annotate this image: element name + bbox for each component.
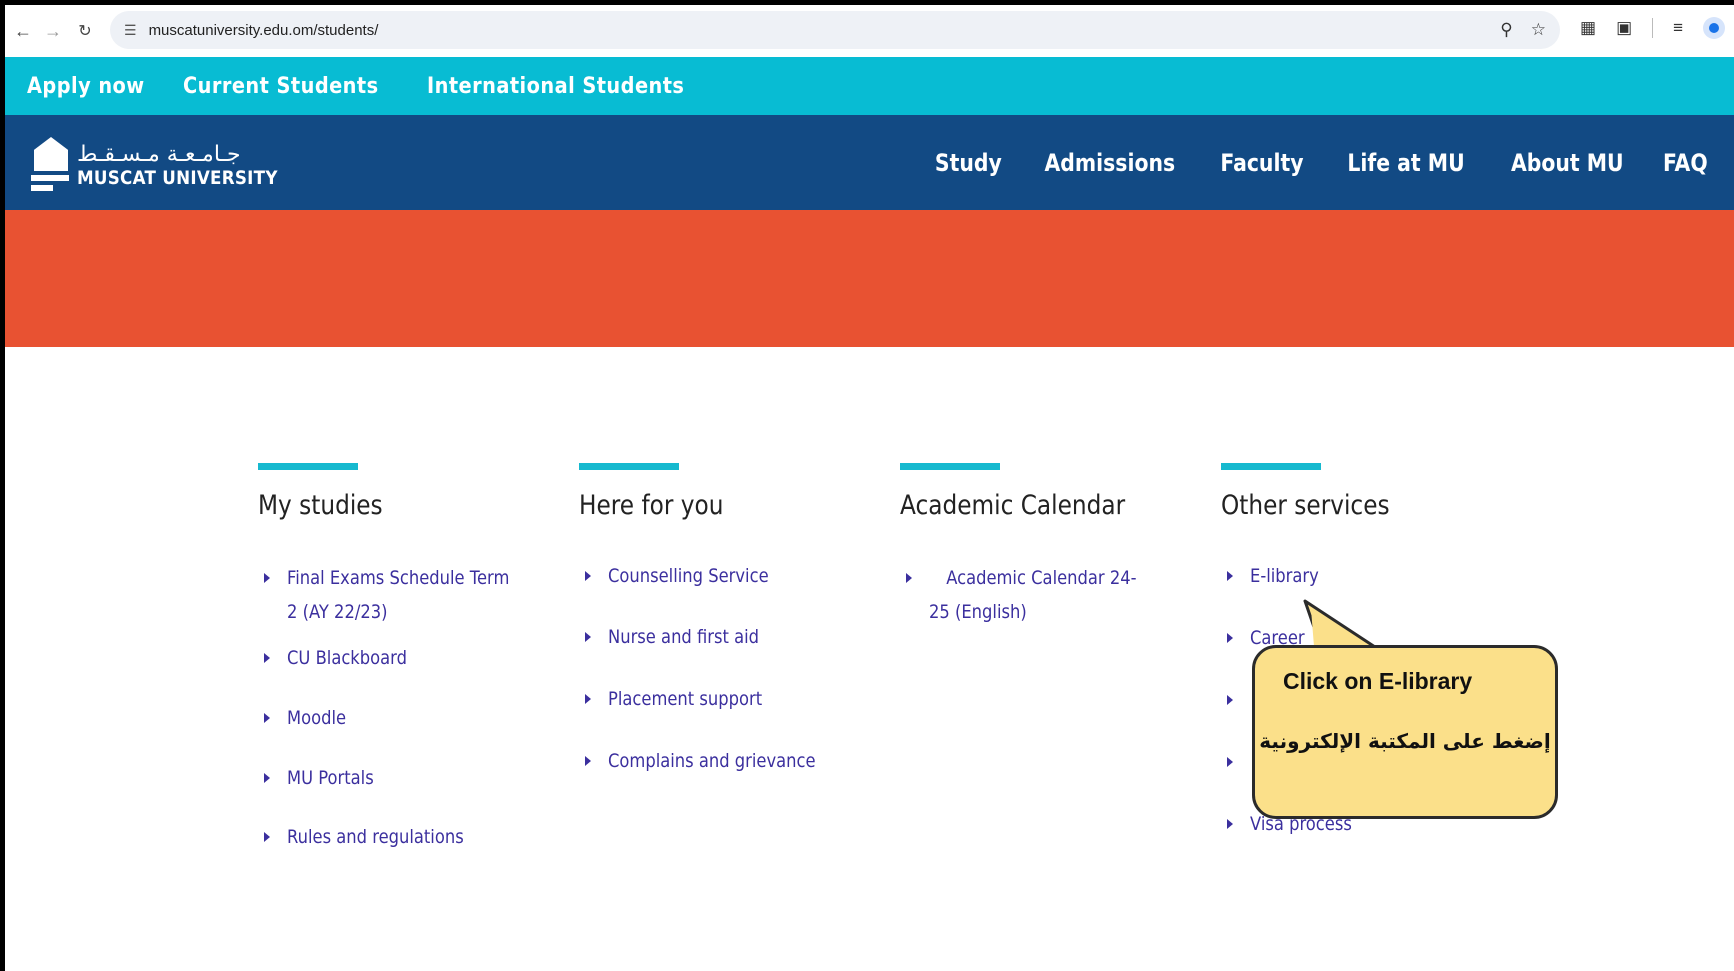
utility-bar: Apply now Current Students International… (5, 57, 1734, 115)
list-item[interactable]: Final Exams Schedule Term 2 (AY 22/23) (258, 561, 558, 629)
apply-now-link[interactable]: Apply now (27, 74, 145, 99)
list-item[interactable]: Placement support (579, 682, 879, 716)
back-icon[interactable]: ← (9, 17, 37, 45)
caret-right-icon (264, 573, 270, 583)
caret-right-icon (1227, 571, 1233, 581)
university-logo[interactable]: جـامـعـة مـسـقـط MUSCAT UNIVERSITY (31, 137, 305, 193)
profile-icon[interactable] (1703, 17, 1726, 39)
instruction-callout: Click on E-library إضغط على المكتبة الإل… (1252, 645, 1558, 819)
puzzle-icon[interactable]: ▣ (1616, 18, 1632, 38)
logo-english-text: MUSCAT UNIVERSITY (77, 167, 278, 189)
section-accent-bar (579, 463, 679, 470)
hero-banner (5, 210, 1734, 347)
caret-right-icon (585, 571, 591, 581)
caret-right-icon (264, 832, 270, 842)
caret-right-icon (585, 632, 591, 642)
forward-icon[interactable]: → (39, 17, 67, 45)
list-item[interactable]: Counselling Service (579, 559, 879, 593)
nav-study[interactable]: Study (935, 149, 1002, 177)
caret-right-icon (264, 713, 270, 723)
caret-right-icon (1227, 757, 1233, 767)
list-item[interactable]: MU Portals (258, 761, 558, 795)
caret-right-icon (264, 653, 270, 663)
section-accent-bar (900, 463, 1000, 470)
list-item[interactable]: Rules and regulations (258, 820, 558, 854)
main-navigation: Study Admissions Faculty Life at MU Abou… (929, 115, 1712, 210)
callout-arabic-text: إضغط على المكتبة الإلكترونية (1259, 729, 1551, 753)
my-studies-section: My studies Final Exams Schedule Term 2 (… (258, 463, 558, 882)
extension-icon[interactable]: ▦ (1580, 18, 1596, 38)
url-text[interactable]: muscatuniversity.edu.om/students/ (149, 22, 379, 39)
reload-icon[interactable]: ↻ (71, 17, 99, 45)
nav-faculty[interactable]: Faculty (1220, 149, 1303, 177)
reading-list-icon[interactable]: ≡ (1673, 18, 1683, 38)
nav-life-at-mu[interactable]: Life at MU (1347, 149, 1464, 177)
section-title: My studies (258, 490, 383, 521)
toolbar-separator (1652, 18, 1654, 38)
site-header: جـامـعـة مـسـقـط MUSCAT UNIVERSITY Study… (5, 115, 1734, 210)
section-accent-bar (1221, 463, 1321, 470)
list-item[interactable]: Academic Calendar 24-25 (English) (900, 561, 1200, 629)
nav-about-mu[interactable]: About MU (1511, 149, 1624, 177)
section-accent-bar (258, 463, 358, 470)
zoom-icon[interactable]: ⚲ (1500, 20, 1512, 40)
site-settings-icon[interactable]: ☰ (124, 22, 137, 39)
list-item[interactable]: Nurse and first aid (579, 620, 879, 654)
international-students-link[interactable]: International Students (427, 74, 684, 99)
address-bar[interactable]: ☰ muscatuniversity.edu.om/students/ ⚲ ☆ (110, 11, 1560, 49)
section-title: Academic Calendar (900, 490, 1126, 521)
nav-faq[interactable]: FAQ (1663, 149, 1708, 177)
list-item[interactable]: Complains and grievance (579, 744, 879, 778)
caret-right-icon (1227, 695, 1233, 705)
callout-english-text: Click on E-library (1283, 668, 1473, 694)
caret-right-icon (906, 573, 912, 583)
nav-admissions[interactable]: Admissions (1045, 149, 1176, 177)
section-title: Here for you (579, 490, 724, 521)
logo-mark-icon (31, 137, 69, 193)
caret-right-icon (585, 756, 591, 766)
list-item[interactable]: Moodle (258, 701, 558, 735)
browser-window: ← → ↻ ☰ muscatuniversity.edu.om/students… (5, 5, 1734, 971)
caret-right-icon (585, 694, 591, 704)
star-icon[interactable]: ☆ (1531, 20, 1546, 40)
browser-toolbar: ← → ↻ ☰ muscatuniversity.edu.om/students… (5, 5, 1734, 57)
current-students-link[interactable]: Current Students (183, 74, 379, 99)
section-title: Other services (1221, 490, 1390, 521)
e-library-link[interactable]: E-library (1221, 559, 1521, 593)
list-item[interactable]: CU Blackboard (258, 641, 558, 675)
caret-right-icon (1227, 633, 1233, 643)
caret-right-icon (264, 773, 270, 783)
academic-calendar-section: Academic Calendar Academic Calendar 24-2… (900, 463, 1200, 657)
here-for-you-section: Here for you Counselling Service Nurse a… (579, 463, 879, 806)
logo-arabic-text: جـامـعـة مـسـقـط (77, 142, 241, 167)
caret-right-icon (1227, 819, 1233, 829)
